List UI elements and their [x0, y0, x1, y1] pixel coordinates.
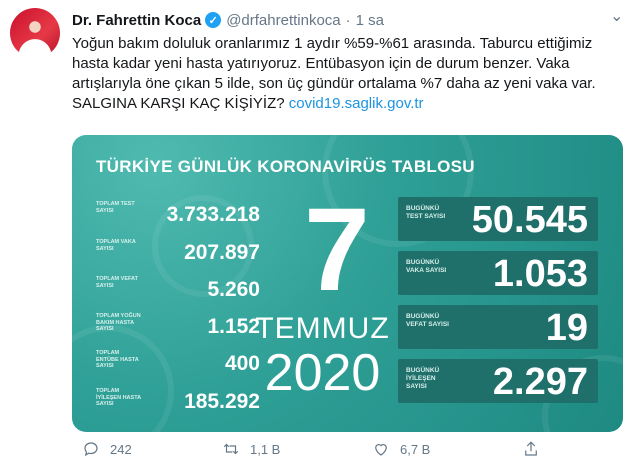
tweet-actions: 242 1,1 B 6,7 B: [72, 440, 612, 464]
share-icon: [525, 441, 537, 456]
total-case-row: TOPLAM VAKA SAYISI 207.897: [96, 239, 260, 265]
tweet-link[interactable]: covid19.saglik.gov.tr: [289, 95, 424, 112]
daily-recovered-value: 2.297: [492, 361, 588, 403]
daily-death-box: BUGÜNKÜ VEFAT SAYISI 19: [398, 305, 598, 349]
tweet-text: Yoğun bakım doluluk oranlarımız 1 aydır …: [72, 34, 632, 114]
daily-test-value: 50.545: [471, 199, 588, 241]
daily-recovered-label: BUGÜNKÜ İYİLEŞEN SAYISI: [406, 367, 440, 390]
daily-death-value: 19: [545, 307, 588, 349]
daily-death-label: BUGÜNKÜ VEFAT SAYISI: [406, 313, 449, 328]
total-test-value: 3.733.218: [166, 203, 260, 226]
author-handle[interactable]: @drfahrettinkoca: [226, 12, 340, 29]
total-death-value: 5.260: [207, 278, 260, 301]
daily-case-value: 1.053: [492, 253, 588, 295]
retweet-icon: [223, 443, 239, 455]
daily-case-label: BUGÜNKÜ VAKA SAYISI: [406, 259, 447, 274]
reply-count: 242: [110, 441, 132, 457]
total-recovered-value: 185.292: [184, 390, 260, 413]
total-death-label: TOPLAM VEFAT SAYISI: [96, 276, 138, 289]
total-icu-value: 1.152: [207, 315, 260, 338]
media-card[interactable]: TÜRKİYE GÜNLÜK KORONAVİRÜS TABLOSU TOPLA…: [72, 135, 623, 432]
total-case-label: TOPLAM VAKA SAYISI: [96, 239, 136, 252]
more-icon[interactable]: ⌄: [610, 6, 623, 26]
total-recovered-label: TOPLAM İYİLEŞEN HASTA SAYISI: [96, 388, 141, 407]
retweet-button[interactable]: 1,1 B: [222, 440, 280, 458]
like-button[interactable]: 6,7 B: [372, 440, 430, 458]
daily-test-box: BUGÜNKÜ TEST SAYISI 50.545: [398, 197, 598, 241]
daily-case-box: BUGÜNKÜ VAKA SAYISI 1.053: [398, 251, 598, 295]
total-case-value: 207.897: [184, 241, 260, 264]
reply-button[interactable]: 242: [82, 440, 132, 458]
total-test-label: TOPLAM TEST SAYISI: [96, 201, 135, 214]
total-icu-row: TOPLAM YOĞUN BAKIM HASTA SAYISI 1.152: [96, 313, 260, 339]
daily-recovered-box: BUGÜNKÜ İYİLEŞEN SAYISI 2.297: [398, 359, 598, 403]
verified-badge-icon: ✓: [205, 12, 222, 28]
date-month: TEMMUZ: [255, 312, 390, 345]
avatar[interactable]: [10, 8, 60, 58]
tweet-header: Dr. Fahrettin Koca ✓ @drfahrettinkoca · …: [72, 10, 384, 30]
card-title: TÜRKİYE GÜNLÜK KORONAVİRÜS TABLOSU: [96, 157, 475, 176]
reply-icon: [84, 442, 98, 457]
separator-dot: ·: [345, 11, 351, 29]
share-button[interactable]: [522, 440, 550, 458]
date-year: 2020: [264, 344, 381, 402]
date-day: 7: [304, 184, 370, 316]
total-intubated-row: TOPLAM ENTÜBE HASTA SAYISI 400: [96, 350, 260, 376]
total-death-row: TOPLAM VEFAT SAYISI 5.260: [96, 276, 260, 302]
tweet-time[interactable]: 1 sa: [356, 12, 384, 29]
total-icu-label: TOPLAM YOĞUN BAKIM HASTA SAYISI: [96, 313, 141, 332]
heart-icon: [375, 444, 387, 456]
total-intubated-label: TOPLAM ENTÜBE HASTA SAYISI: [96, 350, 139, 369]
like-count: 6,7 B: [400, 441, 431, 457]
virus-decoration: [72, 325, 174, 432]
total-test-row: TOPLAM TEST SAYISI 3.733.218: [96, 201, 260, 227]
retweet-count: 1,1 B: [250, 441, 281, 457]
author-name[interactable]: Dr. Fahrettin Koca: [72, 12, 201, 29]
total-recovered-row: TOPLAM İYİLEŞEN HASTA SAYISI 185.292: [96, 388, 260, 414]
daily-test-label: BUGÜNKÜ TEST SAYISI: [406, 205, 446, 220]
